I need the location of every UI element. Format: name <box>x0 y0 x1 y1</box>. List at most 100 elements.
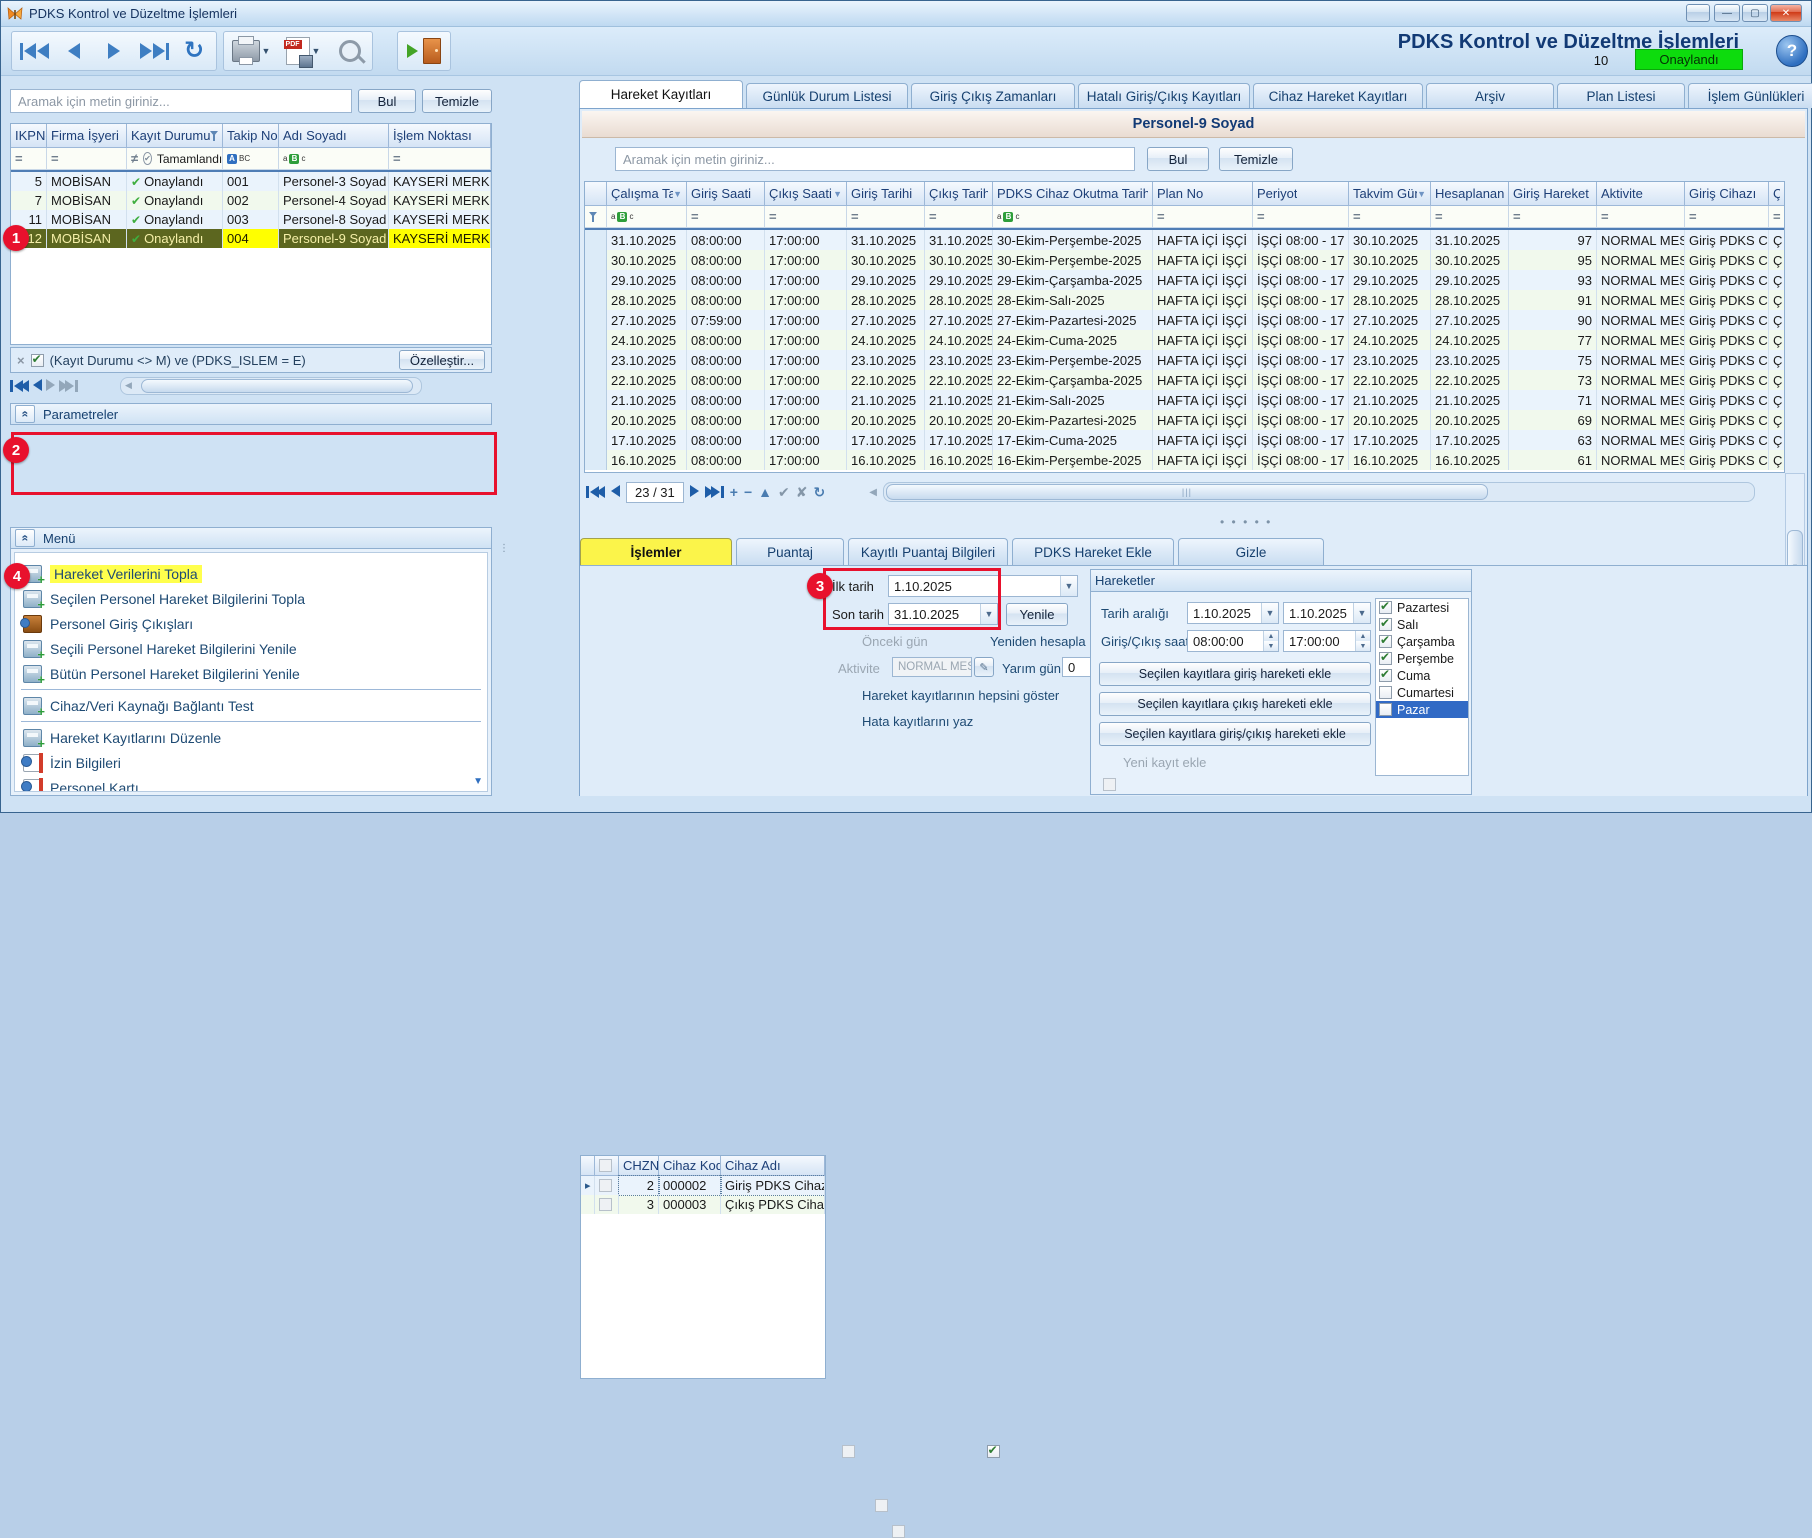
movement-row[interactable]: 22.10.202508:00:0017:00:0022.10.202522.1… <box>585 370 1784 390</box>
device-column-2[interactable]: Cihaz Adı <box>721 1156 825 1176</box>
filter-cell-13[interactable]: = <box>1769 206 1785 228</box>
rnav-refresh-icon[interactable]: ↻ <box>813 484 825 501</box>
tab-günlük-durum-listesi[interactable]: Günlük Durum Listesi <box>746 83 908 108</box>
filter-cell-4[interactable]: = <box>925 206 993 228</box>
column-header-periyot[interactable]: Periyot <box>1253 182 1349 206</box>
time-in-spinner[interactable]: 08:00:00 ▲▼ <box>1187 630 1279 652</box>
column-header-giriş-hareket-no[interactable]: Giriş Hareket No <box>1509 182 1597 206</box>
date-to-combo[interactable]: 1.10.2025▼ <box>1283 602 1371 624</box>
column-header-giriş-cihazı[interactable]: Giriş Cihazı <box>1685 182 1769 206</box>
rnav-last-button[interactable] <box>705 486 724 498</box>
device-checkbox[interactable] <box>599 1179 612 1192</box>
rnav-delete-icon[interactable]: − <box>744 484 752 500</box>
nav-next-button[interactable] <box>46 379 55 394</box>
preview-button[interactable] <box>331 34 369 68</box>
rnav-first-button[interactable] <box>586 486 605 498</box>
weekday-item-salı[interactable]: Salı <box>1376 616 1468 633</box>
personnel-search-input[interactable] <box>16 93 346 110</box>
tab-giriş-çıkış-zamanları[interactable]: Giriş Çıkış Zamanları <box>911 83 1075 108</box>
nav-first-button[interactable] <box>10 380 29 392</box>
personnel-row[interactable]: 12MOBİSAN✔Onaylandı004Personel-9 SoyadKA… <box>11 229 491 248</box>
device-row[interactable]: 3000003Çıkış PDKS Cihazı <box>581 1195 825 1214</box>
menu-item-6[interactable]: Hareket Kayıtlarını Düzenle <box>15 725 487 750</box>
column-header-çalışma-tari[interactable]: Çalışma Tari▼ <box>607 182 687 206</box>
weekday-checkbox[interactable] <box>1379 703 1392 716</box>
weekday-item-cumartesi[interactable]: Cumartesi <box>1376 684 1468 701</box>
help-button[interactable]: ? <box>1776 35 1808 67</box>
weekday-item-pazar[interactable]: Pazar <box>1376 701 1468 718</box>
column-header-4[interactable]: Adı Soyadı <box>279 124 389 148</box>
tab-plan-listesi[interactable]: Plan Listesi <box>1557 83 1685 108</box>
device-row[interactable]: ▸2000002Giriş PDKS Cihazı <box>581 1176 825 1195</box>
column-header-aktivite[interactable]: Aktivite <box>1597 182 1685 206</box>
bottom-tab-puantaj[interactable]: Puantaj <box>736 538 844 565</box>
tab-cihaz-hareket-kayıtları[interactable]: Cihaz Hareket Kayıtları <box>1253 83 1423 108</box>
personnel-hscrollbar[interactable]: ◀ <box>120 377 422 395</box>
add-entry-movement-button[interactable]: Seçilen kayıtlara giriş hareketi ekle <box>1099 662 1371 686</box>
time-out-spinner[interactable]: 17:00:00 ▲▼ <box>1283 630 1371 652</box>
filter-cell-9[interactable]: = <box>1431 206 1509 228</box>
nav-last-button[interactable] <box>59 380 78 392</box>
column-header-1[interactable]: Firma İşyeri <box>47 124 127 148</box>
collapse-menu-button[interactable]: « <box>15 529 35 547</box>
filter-cell-0[interactable]: aBc <box>607 206 687 228</box>
movement-row[interactable]: 21.10.202508:00:0017:00:0021.10.202521.1… <box>585 390 1784 410</box>
movement-row[interactable]: 20.10.202508:00:0017:00:0020.10.202520.1… <box>585 410 1784 430</box>
movements-clear-button[interactable]: Temizle <box>1219 147 1293 171</box>
filter-close-icon[interactable]: × <box>17 353 25 368</box>
weekday-checkbox[interactable] <box>1379 635 1392 648</box>
filter-enabled-checkbox[interactable] <box>31 354 44 367</box>
activity-edit-button[interactable]: ✎ <box>974 657 994 677</box>
rnav-post-icon[interactable]: ✔ <box>778 484 790 501</box>
filter-cell-12[interactable]: = <box>1685 206 1769 228</box>
next-record-button[interactable] <box>95 34 133 68</box>
menu-item-3[interactable]: Seçili Personel Hareket Bilgilerini Yeni… <box>15 636 487 661</box>
movement-row[interactable]: 30.10.202508:00:0017:00:0030.10.202530.1… <box>585 250 1784 270</box>
personnel-row[interactable]: 5MOBİSAN✔Onaylandı001Personel-3 SoyadKAY… <box>11 172 491 191</box>
filter-funnel-icon[interactable] <box>589 212 597 221</box>
first-date-combo[interactable]: 1.10.2025▼ <box>888 575 1078 597</box>
refresh-dates-button[interactable]: Yenile <box>1006 603 1068 626</box>
print-button[interactable]: ▼ <box>227 34 275 68</box>
personnel-row[interactable]: 7MOBİSAN✔Onaylandı002Personel-4 SoyadKAY… <box>11 191 491 210</box>
devices-grid[interactable]: CHZNoCihaz KoduCihaz Adı▸2000002Giriş PD… <box>580 1155 826 1379</box>
filter-cell-2[interactable]: = <box>765 206 847 228</box>
first-record-button[interactable] <box>15 34 53 68</box>
column-header-çıkış-tarihi[interactable]: Çıkış Tarihi <box>925 182 993 206</box>
filter-cell-1[interactable]: = <box>47 148 127 170</box>
column-header-plan-no[interactable]: Plan No <box>1153 182 1253 206</box>
column-header-0[interactable]: IKPNo <box>11 124 47 148</box>
column-header-ç[interactable]: Ç <box>1769 182 1785 206</box>
column-header-giriş-saati[interactable]: Giriş Saati <box>687 182 765 206</box>
device-column-1[interactable]: Cihaz Kodu <box>659 1156 721 1176</box>
movements-grid[interactable]: Çalışma Tari▼Giriş SaatiÇıkış Saati▼Giri… <box>584 181 1785 473</box>
movement-row[interactable]: 17.10.202508:00:0017:00:0017.10.202517.1… <box>585 430 1784 450</box>
filter-cell-10[interactable]: = <box>1509 206 1597 228</box>
select-all-checkbox[interactable] <box>599 1159 612 1172</box>
filter-cell-3[interactable]: ABC <box>223 148 279 170</box>
movement-row[interactable]: 23.10.202508:00:0017:00:0023.10.202523.1… <box>585 350 1784 370</box>
filter-cell-0[interactable]: = <box>11 148 47 170</box>
last-record-button[interactable] <box>135 34 173 68</box>
nav-previous-button[interactable] <box>33 379 42 394</box>
recalculate-checkbox[interactable] <box>987 1445 1000 1458</box>
filter-funnel-icon[interactable] <box>210 131 218 140</box>
column-header-hesaplanan-çalışm[interactable]: Hesaplanan Çalışm <box>1431 182 1509 206</box>
maximize-button[interactable]: ▢ <box>1742 4 1768 22</box>
bottom-tab-i-şlemler[interactable]: İşlemler <box>580 538 732 565</box>
minimize-button[interactable]: — <box>1714 4 1740 22</box>
tab-hareket-kayıtları[interactable]: Hareket Kayıtları <box>579 80 743 108</box>
movement-row[interactable]: 31.10.202508:00:0017:00:0031.10.202531.1… <box>585 230 1784 250</box>
weekday-checkbox[interactable] <box>1379 669 1392 682</box>
refresh-button[interactable]: ↻ <box>175 34 213 68</box>
filter-cell-5[interactable]: aBc <box>993 206 1153 228</box>
weekday-checkbox[interactable] <box>1379 652 1392 665</box>
filter-cell-5[interactable]: = <box>389 148 491 170</box>
column-header-giriş-tarihi[interactable]: Giriş Tarihi <box>847 182 925 206</box>
bottom-tab-kayıtlı-puantaj-bilgileri[interactable]: Kayıtlı Puantaj Bilgileri <box>848 538 1008 565</box>
weekday-checkbox[interactable] <box>1379 686 1392 699</box>
weekday-checkbox[interactable] <box>1379 618 1392 631</box>
column-header-5[interactable]: İşlem Noktası <box>389 124 491 148</box>
weekday-item-çarşamba[interactable]: Çarşamba <box>1376 633 1468 650</box>
add-both-movements-button[interactable]: Seçilen kayıtlara giriş/çıkış hareketi e… <box>1099 722 1371 746</box>
